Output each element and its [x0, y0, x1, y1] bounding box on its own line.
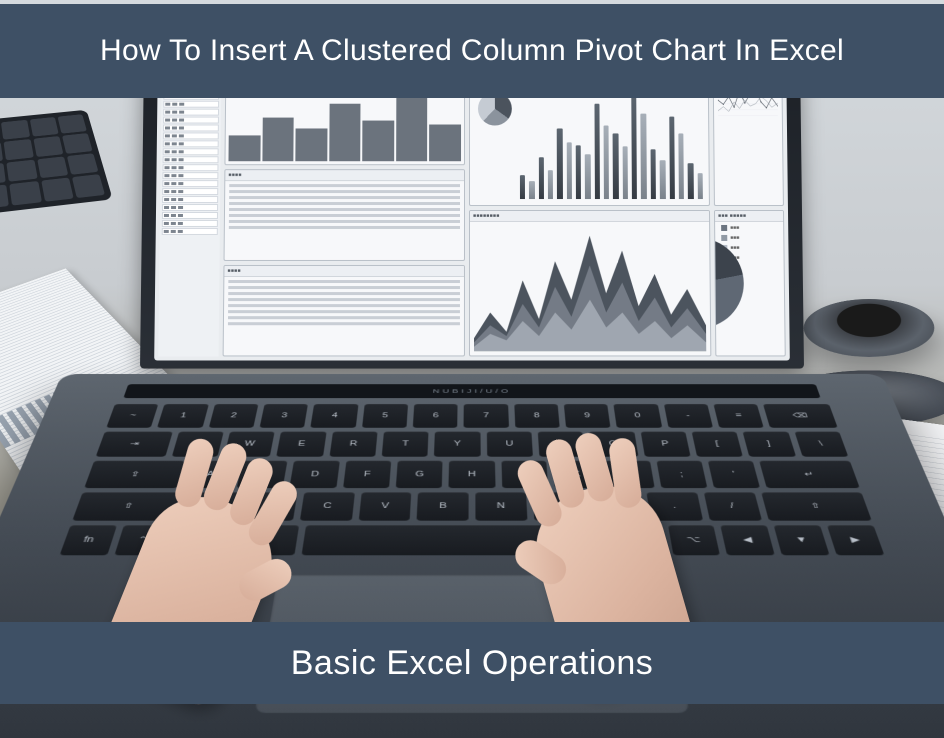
calculator	[0, 110, 113, 216]
touch-bar: NUBIJI/U/O	[123, 384, 820, 398]
laptop: ■■■■■■■	[97, 56, 847, 646]
right-sidebar-panels: ■■■■ ■■■■ ■■■■	[223, 75, 465, 356]
desk-scene: ■■■■■■■	[0, 0, 944, 708]
dashboard: ■■■■■■■	[154, 71, 790, 360]
sidebar-data-list	[158, 75, 221, 356]
page-title: How To Insert A Clustered Column Pivot C…	[100, 31, 844, 72]
panel-title: ■■■ ■■■■■	[715, 211, 783, 222]
page-subtitle: Basic Excel Operations	[291, 644, 654, 683]
panel-pie-chart: ■■■ ■■■■■ ■■■■■■■■■■■■	[714, 210, 786, 356]
footer-banner: Basic Excel Operations	[0, 622, 944, 704]
laptop-screen: ■■■■■■■	[154, 71, 790, 360]
panel-title: ■■■■■■■■	[470, 211, 709, 222]
header-banner: How To Insert A Clustered Column Pivot C…	[0, 4, 944, 98]
laptop-screen-frame: ■■■■■■■	[140, 57, 804, 368]
panel-area-chart: ■■■■■■■■	[469, 210, 711, 356]
big-pie-icon	[714, 238, 744, 328]
